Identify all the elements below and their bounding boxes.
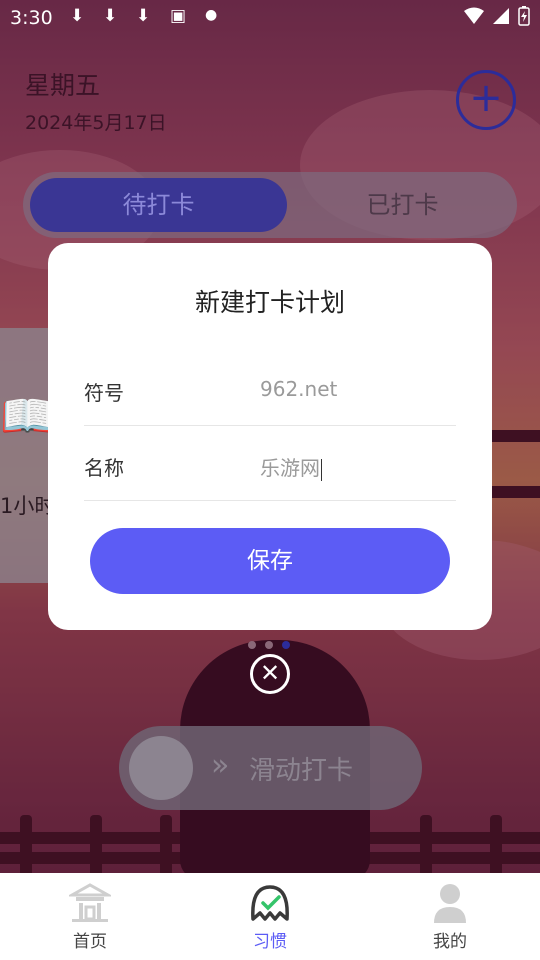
- slide-handle[interactable]: [129, 736, 193, 800]
- home-pavilion-icon: [69, 883, 111, 922]
- page-dot: [265, 641, 273, 649]
- name-input-value: 乐游网: [260, 456, 320, 480]
- profile-icon: [434, 884, 466, 923]
- wifi-icon: [464, 7, 484, 24]
- save-button[interactable]: 保存: [90, 528, 450, 594]
- dialog-title: 新建打卡计划: [194, 288, 345, 317]
- slide-checkin-label: 滑动打卡: [249, 756, 354, 786]
- add-plan-button[interactable]: +: [456, 70, 516, 130]
- nav-item-profile[interactable]: 我的: [360, 873, 540, 960]
- tab-pending[interactable]: 待打卡: [30, 178, 287, 232]
- tab-done[interactable]: 已打卡: [295, 178, 510, 232]
- name-field-label: 名称: [84, 456, 124, 480]
- page-indicator: [248, 641, 290, 649]
- download-icon: ⬇: [103, 6, 118, 26]
- battery-icon: [518, 6, 530, 26]
- download-icon: ⬇: [70, 6, 85, 26]
- book-icon: 📖: [0, 391, 55, 442]
- close-icon: ✕: [259, 659, 281, 687]
- close-dialog-button[interactable]: ✕: [250, 654, 290, 694]
- date-label: 2024年5月17日: [25, 112, 167, 134]
- download-icon: ⬇: [136, 6, 151, 26]
- signal-icon: [493, 8, 509, 24]
- plus-icon: +: [469, 75, 503, 121]
- bottom-nav: 首页 习惯 我的: [0, 873, 540, 960]
- nav-label-habit: 习惯: [253, 932, 287, 952]
- text-caret: [321, 458, 322, 481]
- name-field-row: 名称 乐游网: [84, 426, 456, 501]
- page-dot: [248, 641, 256, 649]
- nav-label-home: 首页: [73, 932, 107, 952]
- nav-item-home[interactable]: 首页: [0, 873, 180, 960]
- nav-item-habit[interactable]: 习惯: [180, 873, 360, 960]
- slide-checkin[interactable]: » 滑动打卡: [119, 726, 422, 810]
- nav-label-profile: 我的: [433, 932, 467, 952]
- double-chevron-right-icon: »: [211, 748, 230, 783]
- weekday-label: 星期五: [25, 71, 101, 100]
- symbol-input[interactable]: 962.net: [260, 377, 337, 401]
- name-input[interactable]: 乐游网: [260, 452, 322, 481]
- status-bar: 3:30 ⬇ ⬇ ⬇ ▣ ●: [0, 0, 540, 36]
- habit-icon: [251, 885, 289, 921]
- status-time: 3:30: [10, 7, 53, 29]
- page-dot-active: [282, 641, 290, 649]
- checkin-tabs: 待打卡 已打卡: [23, 172, 517, 238]
- more-notifications-icon: ●: [205, 7, 218, 23]
- app-notification-icon: ▣: [170, 6, 187, 26]
- symbol-field-label: 符号: [84, 381, 124, 405]
- symbol-field-row: 符号 962.net: [84, 351, 456, 426]
- new-plan-dialog: 新建打卡计划 符号 962.net 名称 乐游网 保存: [48, 243, 492, 630]
